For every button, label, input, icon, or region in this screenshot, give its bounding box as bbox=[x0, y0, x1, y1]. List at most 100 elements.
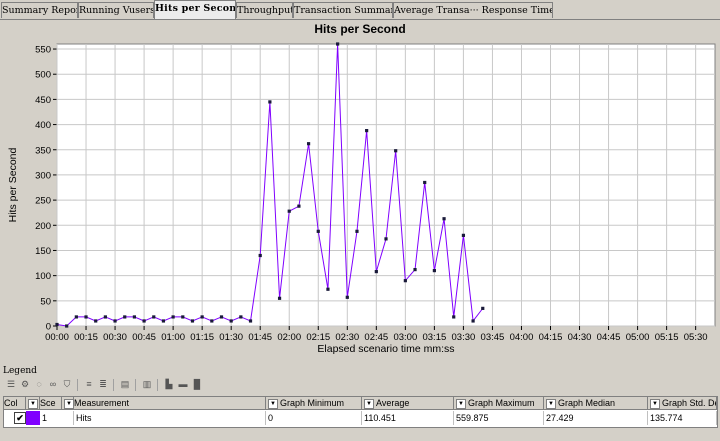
data-point-hits bbox=[306, 142, 311, 146]
tab-running-vusers[interactable]: Running Vusers bbox=[78, 2, 154, 18]
data-point-hits bbox=[113, 319, 117, 323]
col-header-graph-median[interactable]: ▼ Graph Median bbox=[544, 397, 648, 410]
tab-throughput[interactable]: Throughput bbox=[236, 2, 293, 18]
tab-hits-per-second[interactable]: Hits per Second bbox=[154, 0, 236, 19]
col-header-average[interactable]: ▼ Average bbox=[362, 397, 454, 410]
toolbar-separator bbox=[135, 379, 136, 391]
col-header-measurement[interactable]: Measurement bbox=[74, 397, 266, 410]
configure-icon[interactable]: ⚙ bbox=[19, 379, 31, 390]
tab-average-transaction-response-time[interactable]: Average Transa··· Response Time bbox=[393, 2, 553, 18]
align-center-icon[interactable]: ▬ bbox=[177, 379, 189, 390]
y-tick-label: 500 bbox=[35, 70, 51, 81]
x-tick-label: 04:45 bbox=[597, 332, 621, 343]
sort-up-icon[interactable]: ≡ bbox=[83, 379, 95, 390]
data-point-hits bbox=[181, 315, 185, 319]
data-point-hits bbox=[297, 204, 301, 208]
data-point-hits bbox=[374, 270, 378, 274]
filter-link-icon[interactable]: ∞ bbox=[47, 379, 59, 390]
data-point-hits bbox=[123, 315, 127, 319]
data-point-hits bbox=[171, 315, 175, 319]
data-point-hits bbox=[132, 315, 137, 319]
legend-row-measurement: Hits bbox=[74, 411, 266, 425]
y-tick-label: 50 bbox=[40, 296, 51, 307]
y-tick-label: 450 bbox=[35, 95, 51, 106]
data-point-hits bbox=[74, 315, 78, 319]
data-point-hits bbox=[471, 319, 475, 323]
group-icon[interactable]: ▤ bbox=[119, 379, 131, 390]
data-point-hits bbox=[258, 253, 262, 258]
tab-summary-report[interactable]: Summary Report bbox=[1, 2, 78, 18]
data-point-hits bbox=[229, 319, 233, 323]
x-tick-label: 04:30 bbox=[568, 332, 592, 343]
legend-row-scale: 1 bbox=[40, 411, 74, 425]
col-header-color[interactable]: Col bbox=[4, 397, 26, 410]
col-header-graph-std-dev[interactable]: ▼Graph Std. Devia bbox=[648, 397, 717, 410]
data-point-hits bbox=[142, 319, 146, 323]
data-point-hits bbox=[365, 129, 369, 133]
y-tick-label: 300 bbox=[35, 170, 51, 181]
x-tick-label: 05:30 bbox=[684, 332, 708, 343]
col-header-scale-dropdown[interactable]: ▼ bbox=[62, 397, 74, 410]
x-tick-label: 02:45 bbox=[364, 332, 388, 343]
y-tick-label: 200 bbox=[35, 221, 51, 232]
toolbar-separator bbox=[113, 379, 114, 391]
data-point-hits bbox=[423, 180, 427, 185]
legend-row-min: 0 bbox=[266, 411, 362, 425]
tab-bar: Summary Report Running Vusers Hits per S… bbox=[0, 0, 720, 20]
y-tick-label: 400 bbox=[35, 120, 51, 131]
toolbar-separator bbox=[77, 379, 78, 391]
data-point-hits bbox=[394, 149, 398, 153]
series-visible-checkbox[interactable]: ✔ bbox=[14, 412, 26, 424]
col-header-graph-maximum[interactable]: ▼ Graph Maximum bbox=[454, 397, 544, 410]
show-all-icon[interactable]: ☰ bbox=[5, 379, 17, 390]
x-tick-label: 02:00 bbox=[277, 332, 301, 343]
y-tick-label: 150 bbox=[35, 246, 51, 257]
col-header-graph-minimum[interactable]: ▼ Graph Minimum bbox=[266, 397, 362, 410]
x-tick-label: 03:30 bbox=[452, 332, 476, 343]
legend-table: Col ▼ Sce ▼ Measurement ▼ Graph Minimum ▼… bbox=[3, 396, 718, 428]
x-axis-label: Elapsed scenario time mm:ss bbox=[317, 343, 454, 355]
x-tick-label: 01:30 bbox=[219, 332, 243, 343]
data-point-hits bbox=[355, 229, 359, 233]
x-tick-label: 00:45 bbox=[132, 332, 156, 343]
x-tick-label: 05:00 bbox=[626, 332, 650, 343]
col-header-color-dropdown[interactable]: ▼ bbox=[26, 397, 40, 410]
data-point-hits bbox=[103, 315, 107, 319]
x-tick-label: 03:15 bbox=[422, 332, 446, 343]
chart-title: Hits per Second bbox=[3, 22, 717, 37]
data-point-hits bbox=[345, 295, 349, 299]
toolbar-separator bbox=[157, 379, 158, 391]
data-point-hits bbox=[336, 42, 340, 46]
data-point-hits bbox=[161, 319, 166, 323]
sort-down-icon[interactable]: ≣ bbox=[97, 379, 109, 390]
data-point-hits bbox=[481, 306, 485, 310]
data-point-hits bbox=[268, 100, 272, 104]
x-tick-label: 02:15 bbox=[306, 332, 330, 343]
data-point-hits bbox=[287, 209, 291, 213]
data-point-hits bbox=[248, 319, 253, 323]
align-left-icon[interactable]: ▙ bbox=[163, 379, 175, 390]
y-tick-label: 250 bbox=[35, 196, 51, 207]
series-color-swatch[interactable] bbox=[26, 411, 40, 425]
x-tick-label: 01:15 bbox=[190, 332, 214, 343]
filter-icon[interactable]: ⛉ bbox=[61, 379, 73, 390]
tab-transaction-summary[interactable]: Transaction Summary bbox=[293, 2, 393, 18]
legend-row-max: 559.875 bbox=[454, 411, 544, 425]
data-point-hits bbox=[413, 268, 417, 272]
legend-toolbar: ☰ ⚙ ◌ ∞ ⛉ ≡ ≣ ▤ ▥ ▙ ▬ █ bbox=[3, 378, 303, 392]
x-tick-label: 03:45 bbox=[481, 332, 505, 343]
legend-row-average: 110.451 bbox=[362, 411, 454, 425]
data-point-hits bbox=[316, 229, 320, 233]
data-point-hits bbox=[65, 324, 69, 328]
col-header-scale[interactable]: Sce bbox=[40, 397, 62, 410]
data-point-hits bbox=[219, 315, 224, 319]
hide-icon[interactable]: ◌ bbox=[33, 379, 45, 390]
columns-icon[interactable]: ▥ bbox=[141, 379, 153, 390]
hits-per-second-chart[interactable]: 0 50 100 150 200 250 300 350 400 450 500 550 00:00 00… bbox=[0, 38, 720, 362]
x-tick-label: 05:15 bbox=[655, 332, 679, 343]
data-point-hits bbox=[461, 233, 466, 237]
fill-icon[interactable]: █ bbox=[191, 379, 203, 390]
y-tick-label: 100 bbox=[35, 271, 51, 282]
y-axis-label: Hits per Second bbox=[7, 147, 19, 222]
data-point-hits bbox=[94, 319, 98, 323]
